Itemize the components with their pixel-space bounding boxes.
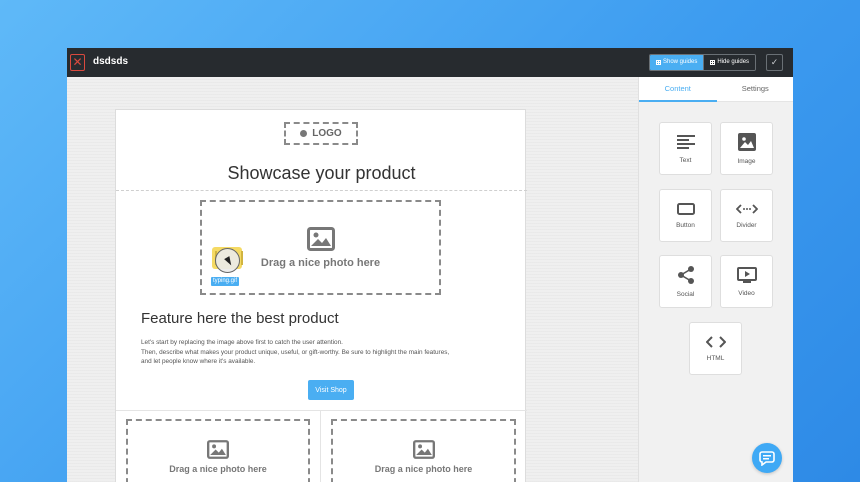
show-guides-button[interactable]: Show guides: [650, 55, 704, 70]
section-divider: [116, 190, 527, 191]
block-button[interactable]: Button: [659, 189, 712, 242]
block-label: Text: [679, 156, 692, 164]
block-video[interactable]: Video: [720, 255, 773, 308]
video-icon: [736, 266, 757, 283]
feature-body[interactable]: Let's start by replacing the image above…: [141, 338, 511, 367]
code-icon: [705, 335, 726, 348]
tab-content[interactable]: Content: [639, 77, 717, 102]
block-label: Social: [676, 290, 695, 298]
image-placeholder-icon: [207, 439, 229, 459]
top-bar: ✕ dsdsds Show guides Hide guides ✓: [67, 48, 793, 77]
canvas-area: LOGO Showcase your product Drag a nice p…: [67, 77, 638, 482]
show-guides-label: Show guides: [663, 59, 698, 65]
hide-guides-label: Hide guides: [717, 59, 750, 65]
column-divider: [320, 410, 321, 482]
content-panel: Content Settings Text Image Button Divid…: [638, 77, 793, 482]
hide-guides-button[interactable]: Hide guides: [703, 55, 756, 70]
email-editor-window: ✕ dsdsds Show guides Hide guides ✓ LOGO …: [67, 48, 793, 482]
tab-settings[interactable]: Settings: [717, 77, 794, 101]
block-label: Image: [737, 157, 756, 165]
button-icon: [676, 202, 695, 215]
feature-body-line: Let's start by replacing the image above…: [141, 339, 343, 346]
guides-toggle-group: Show guides Hide guides: [649, 54, 757, 71]
photo-placeholder-label: Drag a nice photo here: [374, 463, 473, 474]
block-label: HTML: [706, 354, 725, 362]
visit-shop-button[interactable]: Visit Shop: [308, 380, 354, 400]
left-photo-dropzone[interactable]: Drag a nice photo here: [126, 419, 310, 482]
block-image[interactable]: Image: [720, 122, 773, 175]
share-icon: [677, 265, 694, 284]
block-text[interactable]: Text: [659, 122, 712, 175]
feature-body-line: Then, describe what makes your product u…: [141, 348, 450, 356]
logo-dot-icon: [300, 130, 308, 137]
image-placeholder-icon: [306, 226, 335, 251]
grid-icon: [710, 60, 716, 65]
panel-tabs: Content Settings: [639, 77, 793, 102]
feature-title[interactable]: Feature here the best product: [141, 310, 339, 327]
image-placeholder-icon: [412, 439, 435, 459]
confirm-button[interactable]: ✓: [766, 54, 783, 71]
feature-body-line: and let people know where it's available…: [141, 358, 256, 366]
chat-support-button[interactable]: [752, 443, 782, 473]
divider-icon: [735, 203, 758, 214]
block-divider[interactable]: Divider: [720, 189, 773, 242]
chat-icon: [759, 451, 775, 466]
image-icon: [737, 132, 756, 151]
logo-label: LOGO: [312, 128, 342, 139]
block-label: Divider: [736, 221, 757, 229]
email-template: LOGO Showcase your product Drag a nice p…: [115, 109, 527, 482]
dragged-file-name: typing.gif: [211, 277, 240, 286]
block-social[interactable]: Social: [659, 255, 712, 308]
text-icon: [676, 134, 695, 149]
block-label: Button: [676, 221, 695, 229]
document-title: dsdsds: [93, 56, 129, 67]
right-photo-dropzone[interactable]: Drag a nice photo here: [331, 419, 516, 482]
block-label: Video: [738, 289, 755, 297]
grid-icon: [656, 60, 661, 65]
close-button[interactable]: ✕: [70, 54, 85, 71]
block-html[interactable]: HTML: [689, 322, 742, 375]
photo-placeholder-label: Drag a nice photo here: [260, 256, 381, 269]
row-divider: [116, 410, 527, 411]
photo-placeholder-label: Drag a nice photo here: [169, 463, 267, 474]
logo-placeholder[interactable]: LOGO: [284, 122, 358, 145]
showcase-title[interactable]: Showcase your product: [116, 163, 527, 184]
